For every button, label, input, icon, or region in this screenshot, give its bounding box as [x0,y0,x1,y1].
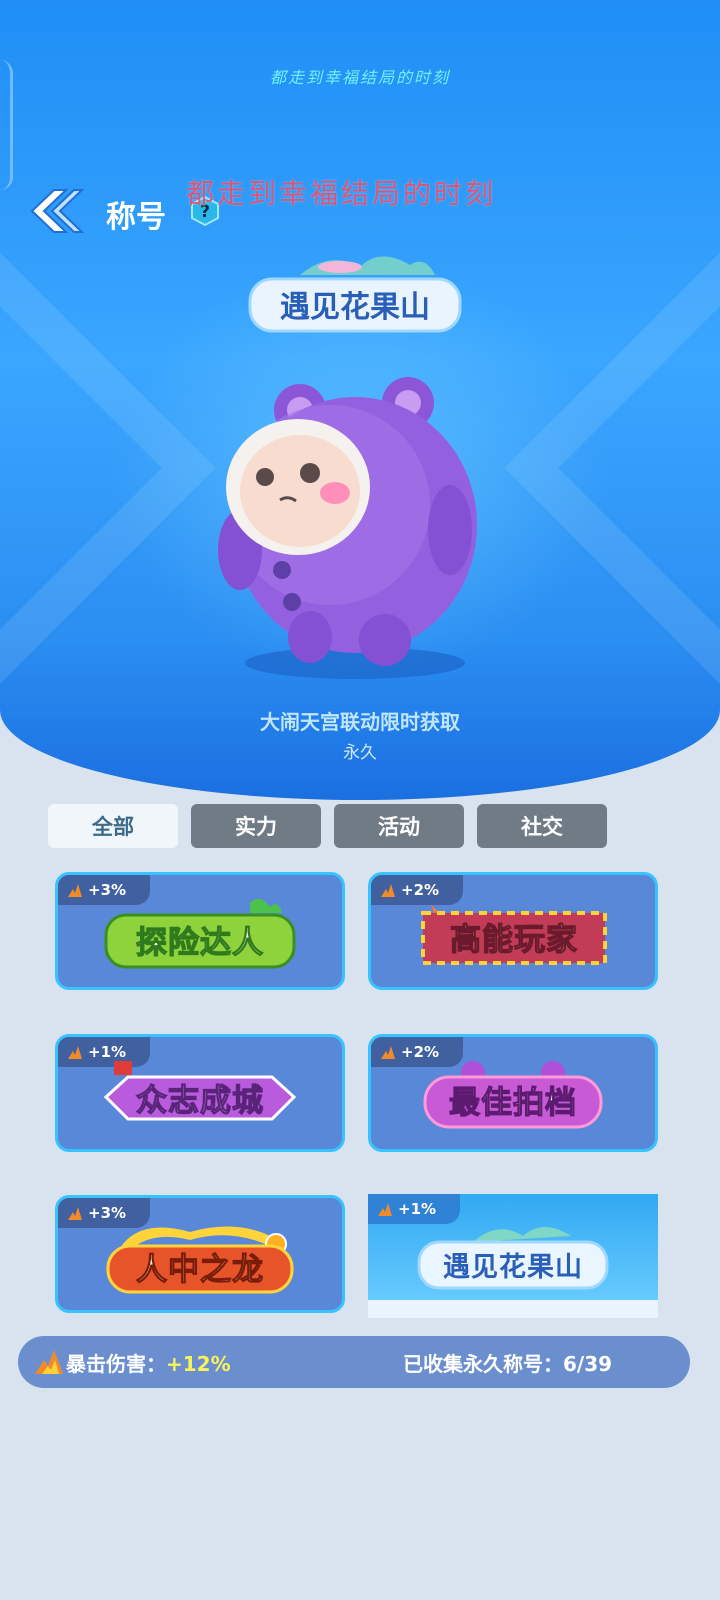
title-card-explorer[interactable]: +3% 探险达人 [55,872,345,990]
crit-flame-icon [68,884,82,897]
collected-value: 6/39 [563,1352,613,1376]
title-art-pro-player: 高能玩家 [413,895,613,975]
crit-damage-label: 暴击伤害： [66,1352,166,1376]
collected-titles-stat: 已收集永久称号：6/39 [403,1348,612,1377]
title-card-dragon[interactable]: +3% 人中之龙 [55,1195,345,1313]
featured-title-badge: 遇见花果山 [240,245,470,345]
collected-label: 已收集永久称号： [403,1352,563,1376]
svg-text:最佳拍档: 最佳拍档 [449,1085,577,1121]
title-card-best-partner[interactable]: +2% 最佳拍档 [368,1034,658,1152]
svg-text:遇见花果山: 遇见花果山 [280,290,430,325]
tab-all[interactable]: 全部 [48,804,178,848]
page-title: 称号 [106,200,166,235]
overlay-caption: 都走到幸福结局的时刻 [186,177,497,210]
featured-description: 大闹天宫联动限时获取 [260,710,460,734]
purple-mascot-character [210,365,500,685]
crit-flame-icon [378,1203,392,1216]
back-arrow-icon [30,189,85,233]
tab-social[interactable]: 社交 [477,804,607,848]
title-art-best-partner: 最佳拍档 [413,1057,613,1137]
top-caption: 都走到幸福结局的时刻 [269,68,450,87]
featured-duration: 永久 [343,743,377,763]
title-art-united: 众志成城 [100,1057,300,1137]
title-card-united[interactable]: +1% 众志成城 [55,1034,345,1152]
crit-flame-icon [68,1046,82,1059]
title-art-huaguoshan: 遇见花果山 [413,1220,613,1300]
svg-text:探险达人: 探险达人 [136,925,264,961]
bonus-value: +1% [398,1200,437,1218]
back-button[interactable] [24,186,85,236]
title-card-pro-player[interactable]: +2% 高能玩家 [368,872,658,990]
svg-text:人中之龙: 人中之龙 [136,1252,264,1288]
crit-damage-stat: 暴击伤害：+12% [66,1348,231,1377]
tab-event[interactable]: 活动 [334,804,464,848]
crit-flame-icon [68,1207,82,1220]
title-art-explorer: 探险达人 [100,895,300,975]
svg-text:高能玩家: 高能玩家 [450,922,578,958]
crit-flame-icon [381,884,395,897]
tab-strength[interactable]: 实力 [191,804,321,848]
selected-card-base [368,1300,658,1318]
svg-text:遇见花果山: 遇见花果山 [443,1252,583,1283]
crit-flame-icon [35,1350,63,1374]
title-card-huaguoshan-selected[interactable]: +1% 遇见花果山 [368,1194,658,1318]
svg-text:众志成城: 众志成城 [136,1083,264,1119]
title-art-dragon: 人中之龙 [100,1218,300,1298]
crit-flame-icon [381,1046,395,1059]
crit-damage-value: +12% [166,1352,231,1376]
stats-bar: 暴击伤害：+12% 已收集永久称号：6/39 [18,1336,690,1388]
